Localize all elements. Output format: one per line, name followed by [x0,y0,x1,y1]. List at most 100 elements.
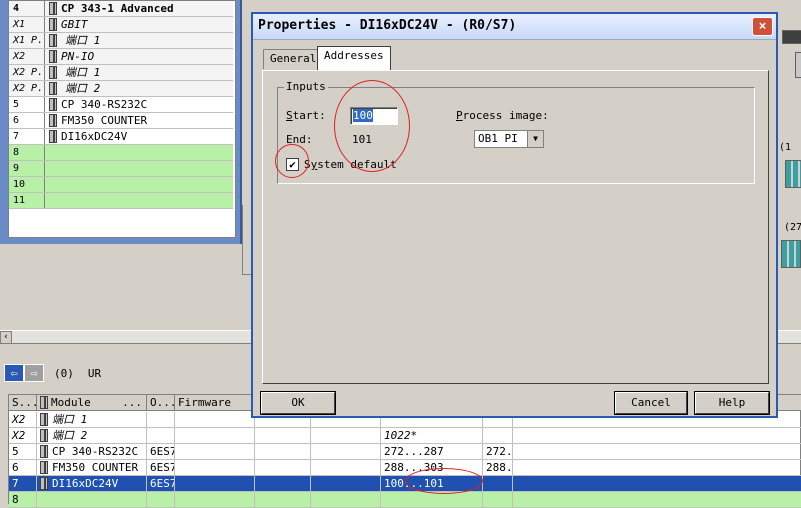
module-icon [49,114,57,127]
station-name: UR [87,366,102,380]
module-icon [40,461,48,474]
rack-module-name: PN-IO [61,50,95,63]
module-icon [49,50,57,63]
chevron-down-icon[interactable]: ▼ [527,131,543,147]
module-icon [40,396,48,409]
tab-general[interactable]: General [263,49,324,69]
rack-row[interactable]: 7 DI16xDC24V [9,129,233,145]
module-icon [49,98,57,111]
back-arrow-icon[interactable]: ⇦ [4,364,24,382]
cell-order [147,428,175,443]
rack-row[interactable]: X1 P. 端口 1 [9,33,233,49]
rack-module-name: 端口 1 [65,34,101,47]
cell-firmware [175,460,255,475]
system-default-label[interactable]: System default [304,158,397,171]
start-label: Start: [286,109,326,122]
rack-row[interactable]: 8 [9,145,233,161]
rack-row[interactable]: 5 CP 340-RS232C [9,97,233,113]
rack-table: 4 CP 343-1 Advanced X1 GBIT X1 P. 端口 1 X2 PN-IO… [8,0,236,238]
cell-slot: 7 [9,476,37,491]
rack-slot: 8 [9,145,45,160]
module-icon [49,130,57,143]
table-row[interactable]: 8 [9,492,801,508]
rack-window: 4 CP 343-1 Advanced X1 GBIT X1 P. 端口 1 X2 PN-IO… [0,0,242,244]
rack-module-cell: FM350 COUNTER [45,113,233,128]
cell-iaddress: 272...287 [381,444,483,459]
rack-row[interactable]: 9 [9,161,233,177]
rack-module-name: GBIT [61,18,88,31]
table-row[interactable]: 7 DI16xDC24V 6ES7 100...101 [9,476,801,492]
cell-extra [311,492,381,507]
module-icon [49,66,57,79]
ok-button[interactable]: OK [260,391,336,415]
cell-qaddress [483,428,513,443]
rack-row[interactable]: 11 [9,193,233,209]
cell-module: DI16xDC24V [37,476,147,491]
start-address-input[interactable]: 100 [350,107,398,125]
cell-slot: 6 [9,460,37,475]
table-row[interactable]: 6FM350 COUNTER6ES7 288...303288.. [9,460,801,476]
tab-addresses[interactable]: Addresses [317,46,391,70]
rack-module-cell: 端口 1 [45,65,233,80]
rack-module-name: 端口 2 [65,82,101,95]
cell-order: 6ES7 [147,444,175,459]
col-slot[interactable]: S... [9,395,39,410]
module-icon [49,2,57,15]
rack-row[interactable]: X1 GBIT [9,17,233,33]
rack-module-cell: 端口 2 [45,81,233,96]
close-icon[interactable]: × [752,17,773,36]
inputs-group-title: Inputs [284,80,328,93]
rack-module-name: CP 340-RS232C [61,98,148,111]
col-order[interactable]: O... [147,395,177,410]
module-icon [49,18,57,31]
table-row[interactable]: 5CP 340-RS232C6ES7 272...287272.. [9,444,801,460]
rack-row[interactable]: 6 FM350 COUNTER [9,113,233,129]
cell-mpi [255,428,311,443]
rack-module-cell: CP 340-RS232C [45,97,233,112]
rack-row[interactable]: 4 CP 343-1 Advanced [9,1,233,17]
cell-mpi [255,492,311,507]
rack-row[interactable]: X2 P. 端口 1 [9,65,233,81]
rack-row[interactable]: X2 PN-IO [9,49,233,65]
cell-qaddress [483,476,513,491]
col-firmware[interactable]: Firmware [175,395,255,410]
rack-row[interactable]: 10 [9,177,233,193]
rack-row[interactable]: X2 P. 端口 2 [9,81,233,97]
cell-iaddress: 288...303 [381,460,483,475]
rack-module-name: 端口 1 [65,66,101,79]
end-label: End: [286,133,313,146]
process-image-select[interactable]: OB1 PI ▼ [474,130,544,148]
table-row[interactable]: X2 端口 2 1022* [9,428,801,444]
cell-mpi [255,460,311,475]
rack-icon[interactable] [781,240,801,268]
cell-order: 6ES7 [147,476,175,491]
station-label: (0) [54,366,74,380]
cancel-button[interactable]: Cancel [614,391,688,415]
rack-module-cell: 端口 1 [45,33,233,48]
rack-module-cell [45,177,233,192]
scroll-left-icon[interactable]: ‹ [0,331,12,344]
end-value: 101 [352,133,372,146]
system-default-checkbox[interactable]: ✔ [286,158,299,171]
cell-comment [513,428,801,443]
rack-slot: 6 [9,113,45,128]
module-icon[interactable] [795,52,801,78]
module-icon [49,82,57,95]
cell-comment [513,476,801,491]
cell-module: 端口 1 [37,412,147,427]
right-catalog-strip: (1 (27 [777,0,801,290]
forward-arrow-icon[interactable]: ⇨ [24,364,44,382]
module-icon[interactable] [782,30,801,44]
nav-bar: ⇦ ⇨ (0) UR [4,364,101,382]
col-module[interactable]: Module... [37,395,147,410]
cell-mpi [255,476,311,491]
rack-icon[interactable] [785,160,801,188]
cell-iaddress: 1022* [381,428,483,443]
cell-order: 6ES7 [147,460,175,475]
cell-module [37,492,147,507]
dialog-title: Properties - DI16xDC24V - (R0/S7) [258,18,517,33]
rack-module-cell [45,161,233,176]
rack-slot: X2 [9,49,45,64]
dialog-titlebar[interactable]: Properties - DI16xDC24V - (R0/S7) × [253,14,776,40]
help-button[interactable]: Help [694,391,770,415]
